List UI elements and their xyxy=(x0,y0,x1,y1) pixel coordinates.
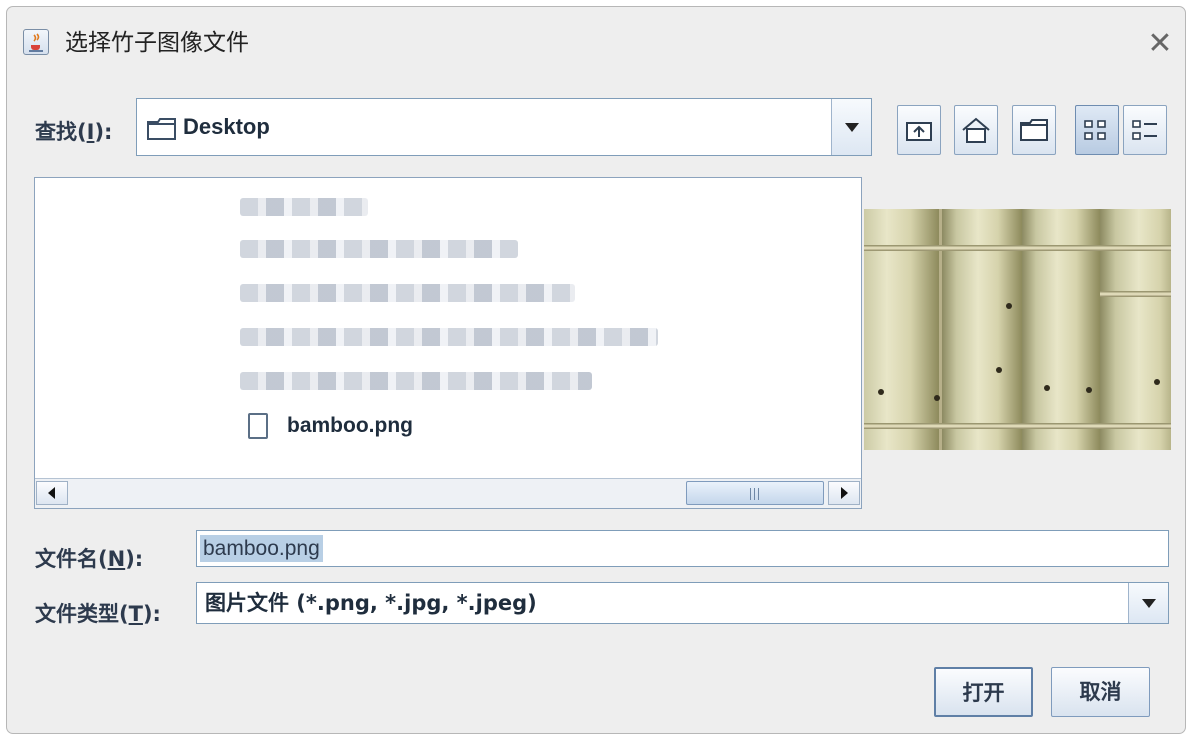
close-button[interactable]: ✕ xyxy=(1143,27,1177,61)
dialog-title: 选择竹子图像文件 xyxy=(65,30,249,56)
scroll-left-button[interactable] xyxy=(36,481,68,505)
scroll-thumb[interactable] xyxy=(686,481,824,505)
image-preview xyxy=(864,209,1171,450)
java-cup-icon xyxy=(29,33,43,52)
file-type-dropdown-button[interactable] xyxy=(1128,583,1168,623)
look-in-value: Desktop xyxy=(183,114,270,139)
folder-icon xyxy=(147,118,176,140)
list-item[interactable] xyxy=(240,240,518,258)
chevron-down-icon xyxy=(845,123,859,132)
title-bar: 选择竹子图像文件 ✕ xyxy=(7,7,1185,79)
horizontal-scrollbar[interactable] xyxy=(35,478,861,508)
list-item[interactable] xyxy=(240,328,658,346)
file-name-text: bamboo.png xyxy=(287,414,413,437)
look-in-dropdown-button[interactable] xyxy=(831,99,871,155)
scroll-right-button[interactable] xyxy=(828,481,860,505)
file-type-label: 文件类型(T): xyxy=(35,602,161,626)
home-icon xyxy=(962,117,990,143)
list-view-icon xyxy=(1084,120,1106,140)
file-type-combo[interactable]: 图片文件 (*.png, *.jpg, *.jpeg) xyxy=(196,582,1169,624)
file-name-input-value: bamboo.png xyxy=(200,535,323,562)
file-icon xyxy=(248,413,268,439)
file-name-input[interactable]: bamboo.png xyxy=(196,530,1169,567)
list-item[interactable] xyxy=(240,198,368,216)
arrow-right-icon xyxy=(841,487,848,499)
folder-up-icon xyxy=(906,122,932,141)
look-in-combo[interactable]: Desktop xyxy=(136,98,872,156)
file-name-label: 文件名(N): xyxy=(35,547,144,571)
file-chooser-dialog: 选择竹子图像文件 ✕ 查找(I): Desktop bamboo.png 文件名… xyxy=(6,6,1186,734)
file-list[interactable]: bamboo.png xyxy=(34,177,862,509)
cancel-button[interactable]: 取消 xyxy=(1051,667,1150,717)
details-view-button[interactable] xyxy=(1123,105,1167,155)
file-type-value: 图片文件 (*.png, *.jpg, *.jpeg) xyxy=(205,591,537,615)
open-button[interactable]: 打开 xyxy=(934,667,1033,717)
chevron-down-icon xyxy=(1142,599,1156,608)
home-button[interactable] xyxy=(954,105,998,155)
new-folder-icon xyxy=(1020,119,1048,141)
look-in-label: 查找(I): xyxy=(35,120,113,144)
details-view-icon xyxy=(1132,120,1157,140)
list-item[interactable] xyxy=(240,284,575,302)
list-item[interactable] xyxy=(240,372,592,390)
up-one-level-button[interactable] xyxy=(897,105,941,155)
arrow-left-icon xyxy=(48,487,55,499)
new-folder-button[interactable] xyxy=(1012,105,1056,155)
java-app-icon xyxy=(23,29,49,55)
list-view-button[interactable] xyxy=(1075,105,1119,155)
